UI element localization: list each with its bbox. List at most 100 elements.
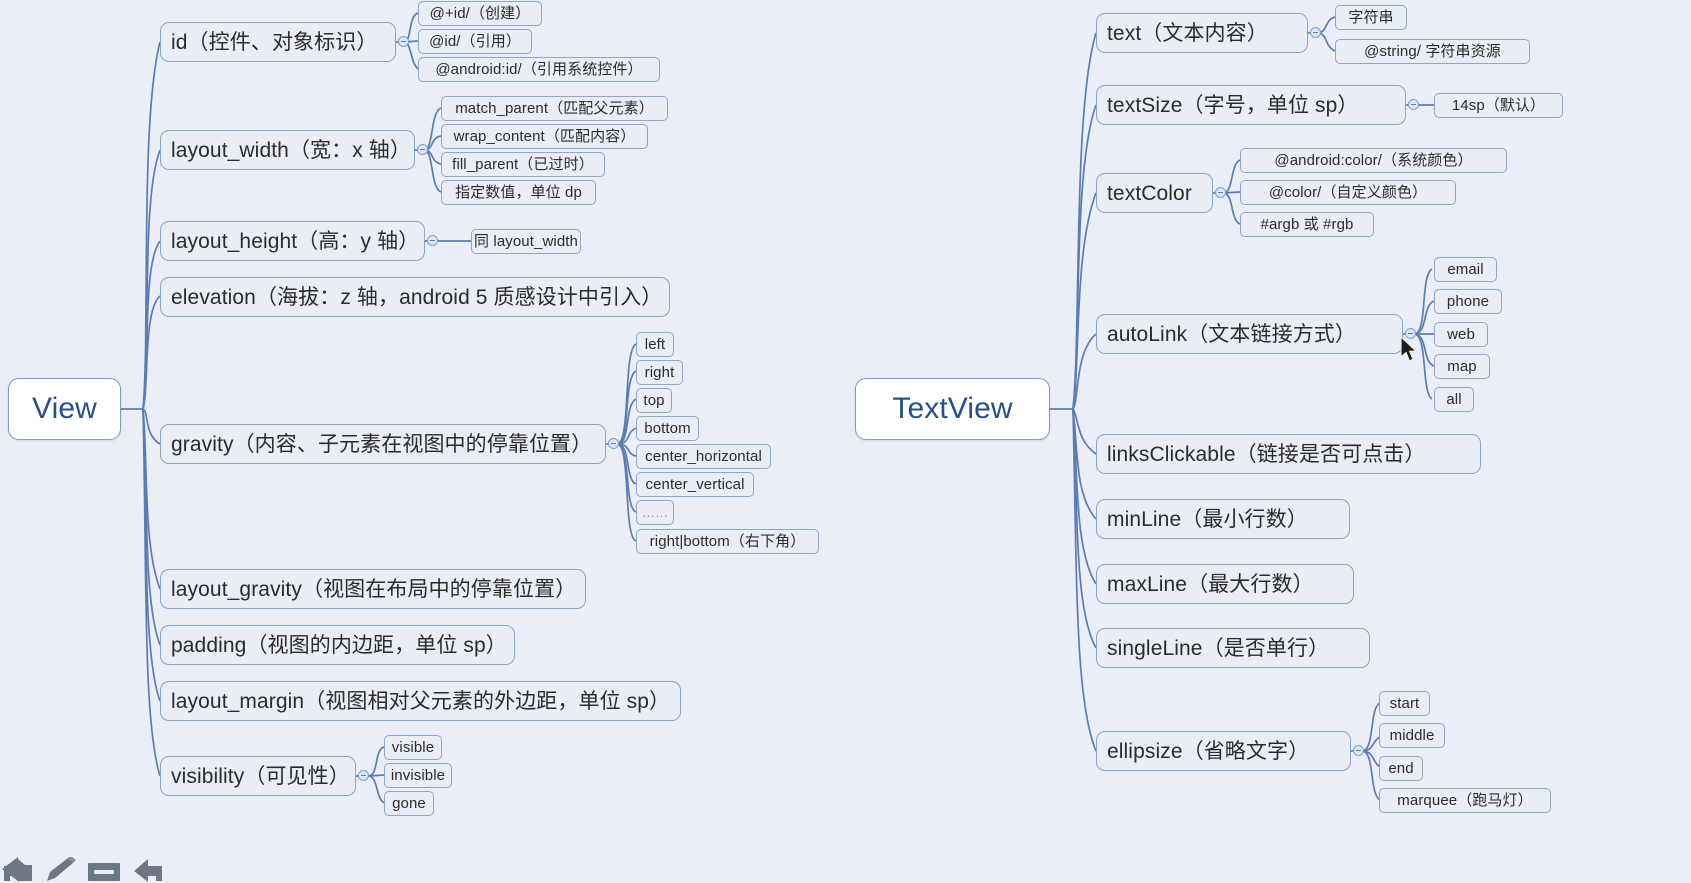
node-view-layout-height[interactable]: layout_height（高：y 轴） [160,221,425,261]
node-text-string-resource-label: @string/ 字符串资源 [1364,43,1501,60]
node-view-padding[interactable]: padding（视图的内边距，单位 sp） [160,625,515,665]
node-auto-link-phone-label: phone [1446,293,1490,310]
node-text-color-system[interactable]: @android:color/（系统颜色） [1240,148,1507,173]
node-lw-match-parent-label: match_parent（匹配父元素） [455,100,654,117]
node-view-layout-gravity[interactable]: layout_gravity（视图在布局中的停靠位置） [160,569,586,609]
node-ellipsize-start[interactable]: start [1379,691,1430,716]
node-rectangle-icon[interactable] [86,857,122,883]
node-text-color-system-label: @android:color/（系统颜色） [1274,152,1473,169]
node-gravity-top[interactable]: top [636,388,672,413]
node-tv-single-line-label: singleLine（是否单行） [1107,636,1330,660]
node-lw-wrap-content[interactable]: wrap_content（匹配内容） [441,124,648,149]
node-view-elevation[interactable]: elevation（海拔：z 轴，android 5 质感设计中引入） [160,277,670,317]
node-text-size-default-label: 14sp（默认） [1451,97,1546,114]
node-lw-wrap-content-label: wrap_content（匹配内容） [453,128,636,145]
node-auto-link-all[interactable]: all [1434,387,1474,412]
node-lw-specified-value[interactable]: 指定数值，单位 dp [441,180,596,205]
redo-arrow-icon[interactable] [128,857,164,883]
bottom-toolbar[interactable] [0,857,164,883]
node-view-layout-gravity-label: layout_gravity（视图在布局中的停靠位置） [171,577,577,601]
node-tv-text-color-label: textColor [1107,181,1192,205]
node-tv-max-line[interactable]: maxLine（最大行数） [1096,564,1354,604]
toggle-tv-ellipsize[interactable] [1353,745,1364,756]
node-lw-fill-parent-label: fill_parent（已过时） [452,156,594,173]
node-view-elevation-label: elevation（海拔：z 轴，android 5 质感设计中引入） [171,285,663,309]
node-gravity-right-bottom[interactable]: right|bottom（右下角） [636,529,819,554]
node-gravity-center-horizontal[interactable]: center_horizontal [636,444,771,469]
toggle-tv-auto-link[interactable] [1405,328,1416,339]
node-view-layout-width[interactable]: layout_width（宽：x 轴） [160,130,415,170]
node-gravity-bottom[interactable]: bottom [636,416,699,441]
node-ellipsize-marquee[interactable]: marquee（跑马灯） [1379,788,1551,813]
node-text-size-default[interactable]: 14sp（默认） [1434,93,1563,118]
node-tv-links-clickable-label: linksClickable（链接是否可点击） [1107,442,1426,466]
node-text-string[interactable]: 字符串 [1335,5,1407,30]
toggle-view-visibility[interactable] [358,770,369,781]
node-lw-specified-value-label: 指定数值，单位 dp [455,184,582,201]
toggle-view-layout-width[interactable] [417,144,428,155]
mindmap-canvas[interactable]: View TextView id（控件、对象标识） layout_width（宽… [0,0,1691,883]
node-tv-text-size-label: textSize（字号，单位 sp） [1107,93,1359,117]
node-text-color-argb[interactable]: #argb 或 #rgb [1240,212,1374,237]
node-tv-auto-link[interactable]: autoLink（文本链接方式） [1096,314,1403,354]
node-auto-link-web[interactable]: web [1434,322,1488,347]
node-visibility-invisible[interactable]: invisible [384,763,452,788]
undo-arrow-icon[interactable] [2,857,38,883]
node-view-layout-margin[interactable]: layout_margin（视图相对父元素的外边距，单位 sp） [160,681,681,721]
node-id-reference[interactable]: @id/（引用） [418,29,532,54]
node-tv-text-label: text（文本内容） [1107,21,1268,45]
node-ellipsize-middle-label: middle [1389,727,1435,744]
node-gravity-right[interactable]: right [636,360,683,385]
node-tv-text[interactable]: text（文本内容） [1096,13,1308,53]
node-tv-single-line[interactable]: singleLine（是否单行） [1096,628,1370,668]
node-view-gravity[interactable]: gravity（内容、子元素在视图中的停靠位置） [160,424,606,464]
root-node-textview[interactable]: TextView [855,378,1050,440]
node-id-reference-label: @id/（引用） [429,33,521,50]
node-id-android-reference[interactable]: @android:id/（引用系统控件） [418,57,660,82]
root-node-view[interactable]: View [8,378,121,440]
node-auto-link-map[interactable]: map [1434,354,1490,379]
node-tv-links-clickable[interactable]: linksClickable（链接是否可点击） [1096,434,1481,474]
node-gravity-left[interactable]: left [636,332,674,357]
node-gravity-center-horizontal-label: center_horizontal [645,448,762,465]
node-ellipsize-marquee-label: marquee（跑马灯） [1397,792,1533,809]
toggle-view-layout-height[interactable] [427,235,438,246]
node-text-color-custom[interactable]: @color/（自定义颜色） [1240,180,1456,205]
node-view-visibility-label: visibility（可见性） [171,764,350,788]
node-gravity-center-vertical[interactable]: center_vertical [636,472,754,497]
node-ellipsize-start-label: start [1389,695,1420,712]
node-id-create[interactable]: @+id/（创建） [418,1,542,26]
node-tv-text-color[interactable]: textColor [1096,173,1213,213]
node-text-color-custom-label: @color/（自定义颜色） [1268,184,1428,201]
node-auto-link-all-label: all [1446,391,1462,408]
node-view-visibility[interactable]: visibility（可见性） [160,756,356,796]
node-lw-match-parent[interactable]: match_parent（匹配父元素） [441,96,668,121]
pencil-edit-icon[interactable] [44,857,80,883]
node-tv-text-size[interactable]: textSize（字号，单位 sp） [1096,85,1406,125]
node-gravity-right-label: right [644,364,675,381]
node-gravity-bottom-label: bottom [644,420,691,437]
node-auto-link-email[interactable]: email [1434,257,1497,282]
node-gravity-ellipsis[interactable]: …… [636,500,674,525]
node-ellipsize-end[interactable]: end [1379,756,1423,781]
toggle-tv-text-size[interactable] [1408,99,1419,110]
node-lw-fill-parent[interactable]: fill_parent（已过时） [441,152,605,177]
toggle-view-id[interactable] [398,36,409,47]
node-visibility-visible-label: visible [391,739,435,756]
node-ellipsize-middle[interactable]: middle [1379,723,1445,748]
toggle-tv-text[interactable] [1310,27,1321,38]
node-view-padding-label: padding（视图的内边距，单位 sp） [171,633,507,657]
node-auto-link-phone[interactable]: phone [1434,289,1502,314]
node-text-string-resource[interactable]: @string/ 字符串资源 [1335,39,1530,64]
node-tv-ellipsize[interactable]: ellipsize（省略文字） [1096,731,1351,771]
toggle-tv-text-color[interactable] [1215,187,1226,198]
node-visibility-visible[interactable]: visible [384,735,442,760]
node-gravity-ellipsis-label: …… [641,505,669,520]
node-auto-link-web-label: web [1447,326,1475,343]
node-visibility-gone[interactable]: gone [384,791,434,816]
node-view-id[interactable]: id（控件、对象标识） [160,22,396,62]
node-view-gravity-label: gravity（内容、子元素在视图中的停靠位置） [171,432,593,456]
node-tv-min-line[interactable]: minLine（最小行数） [1096,499,1350,539]
toggle-view-gravity[interactable] [608,438,619,449]
node-lh-same-as-layout-width[interactable]: 同 layout_width [471,229,581,254]
